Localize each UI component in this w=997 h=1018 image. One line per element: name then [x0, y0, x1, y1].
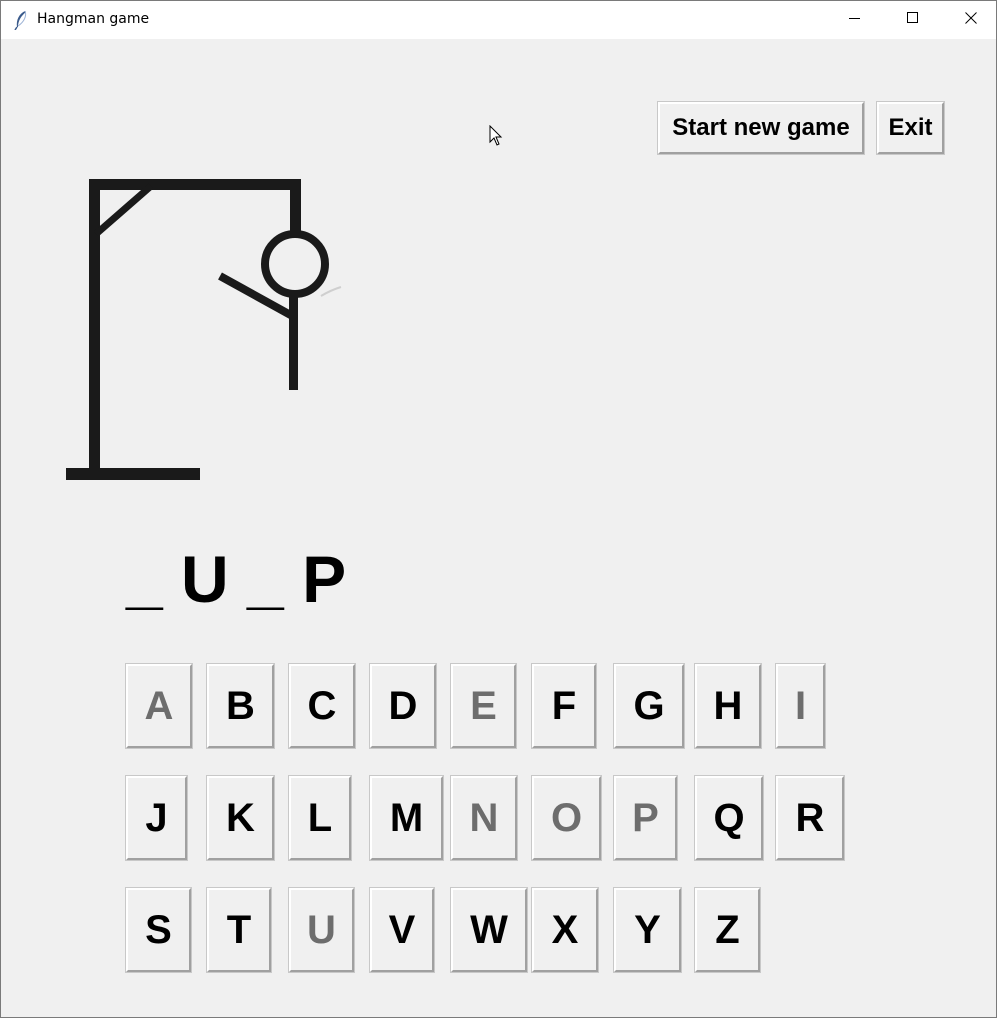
- letter-button-s[interactable]: S: [125, 887, 192, 973]
- close-button[interactable]: [942, 1, 996, 39]
- close-icon: [965, 11, 977, 29]
- letter-button-u[interactable]: U: [288, 887, 355, 973]
- hangman-drawing: [51, 166, 371, 496]
- letter-button-z[interactable]: Z: [694, 887, 761, 973]
- letter-button-t[interactable]: T: [206, 887, 272, 973]
- letter-button-d[interactable]: D: [369, 663, 437, 749]
- minimize-icon: [849, 11, 861, 29]
- letter-button-n[interactable]: N: [450, 775, 518, 861]
- letter-button-b[interactable]: B: [206, 663, 275, 749]
- letter-button-x[interactable]: X: [531, 887, 599, 973]
- letter-button-h[interactable]: H: [694, 663, 762, 749]
- maximize-button[interactable]: [884, 1, 942, 39]
- window-title: Hangman game: [37, 11, 150, 27]
- letter-button-v[interactable]: V: [369, 887, 435, 973]
- letter-button-c[interactable]: C: [288, 663, 356, 749]
- letter-button-i[interactable]: I: [775, 663, 826, 749]
- letter-button-k[interactable]: K: [206, 775, 275, 861]
- exit-button[interactable]: Exit: [876, 101, 945, 155]
- app-window: Hangman game Start new game Exit _ U _ P…: [0, 0, 997, 1018]
- letter-button-f[interactable]: F: [531, 663, 597, 749]
- minimize-button[interactable]: [826, 1, 884, 39]
- letter-button-y[interactable]: Y: [613, 887, 682, 973]
- feather-icon: [13, 10, 29, 31]
- letter-button-w[interactable]: W: [450, 887, 528, 973]
- title-bar[interactable]: Hangman game: [1, 1, 996, 39]
- letter-button-r[interactable]: R: [775, 775, 845, 861]
- letter-button-a[interactable]: A: [125, 663, 193, 749]
- letter-button-p[interactable]: P: [613, 775, 678, 861]
- maximize-icon: [907, 11, 919, 29]
- letter-button-m[interactable]: M: [369, 775, 444, 861]
- letter-button-o[interactable]: O: [531, 775, 602, 861]
- hangman-head: [261, 230, 329, 298]
- letter-button-j[interactable]: J: [125, 775, 188, 861]
- hangman-body: [289, 294, 298, 390]
- gallows-structure: [66, 179, 301, 480]
- letter-button-q[interactable]: Q: [694, 775, 764, 861]
- letter-button-e[interactable]: E: [450, 663, 517, 749]
- letter-button-g[interactable]: G: [613, 663, 685, 749]
- hangman-left-arm: [218, 272, 298, 322]
- mouse-cursor-icon: [489, 124, 503, 147]
- word-display: _ U _ P: [126, 542, 347, 616]
- letter-button-l[interactable]: L: [288, 775, 352, 861]
- start-new-game-button[interactable]: Start new game: [657, 101, 865, 155]
